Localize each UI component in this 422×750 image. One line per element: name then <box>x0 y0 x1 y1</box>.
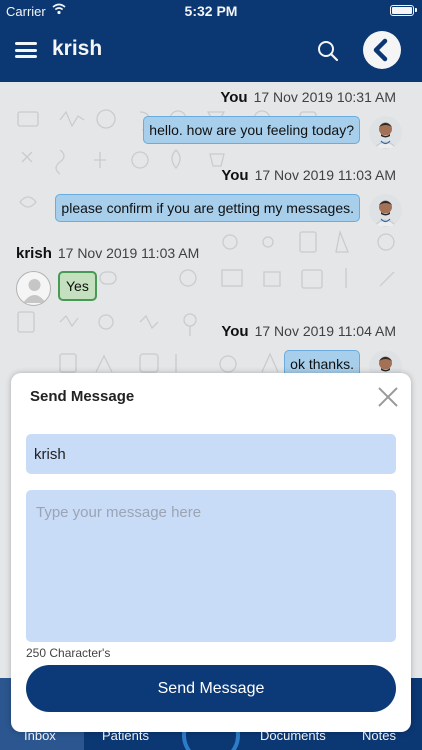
message-input[interactable] <box>26 490 396 642</box>
send-message-dialog: Send Message 250 Character's Send Messag… <box>11 373 411 732</box>
close-icon[interactable] <box>377 386 399 408</box>
character-count: 250 Character's <box>26 646 111 660</box>
recipient-field[interactable] <box>26 434 396 474</box>
dialog-title: Send Message <box>30 388 135 405</box>
send-message-button[interactable]: Send Message <box>26 665 396 712</box>
